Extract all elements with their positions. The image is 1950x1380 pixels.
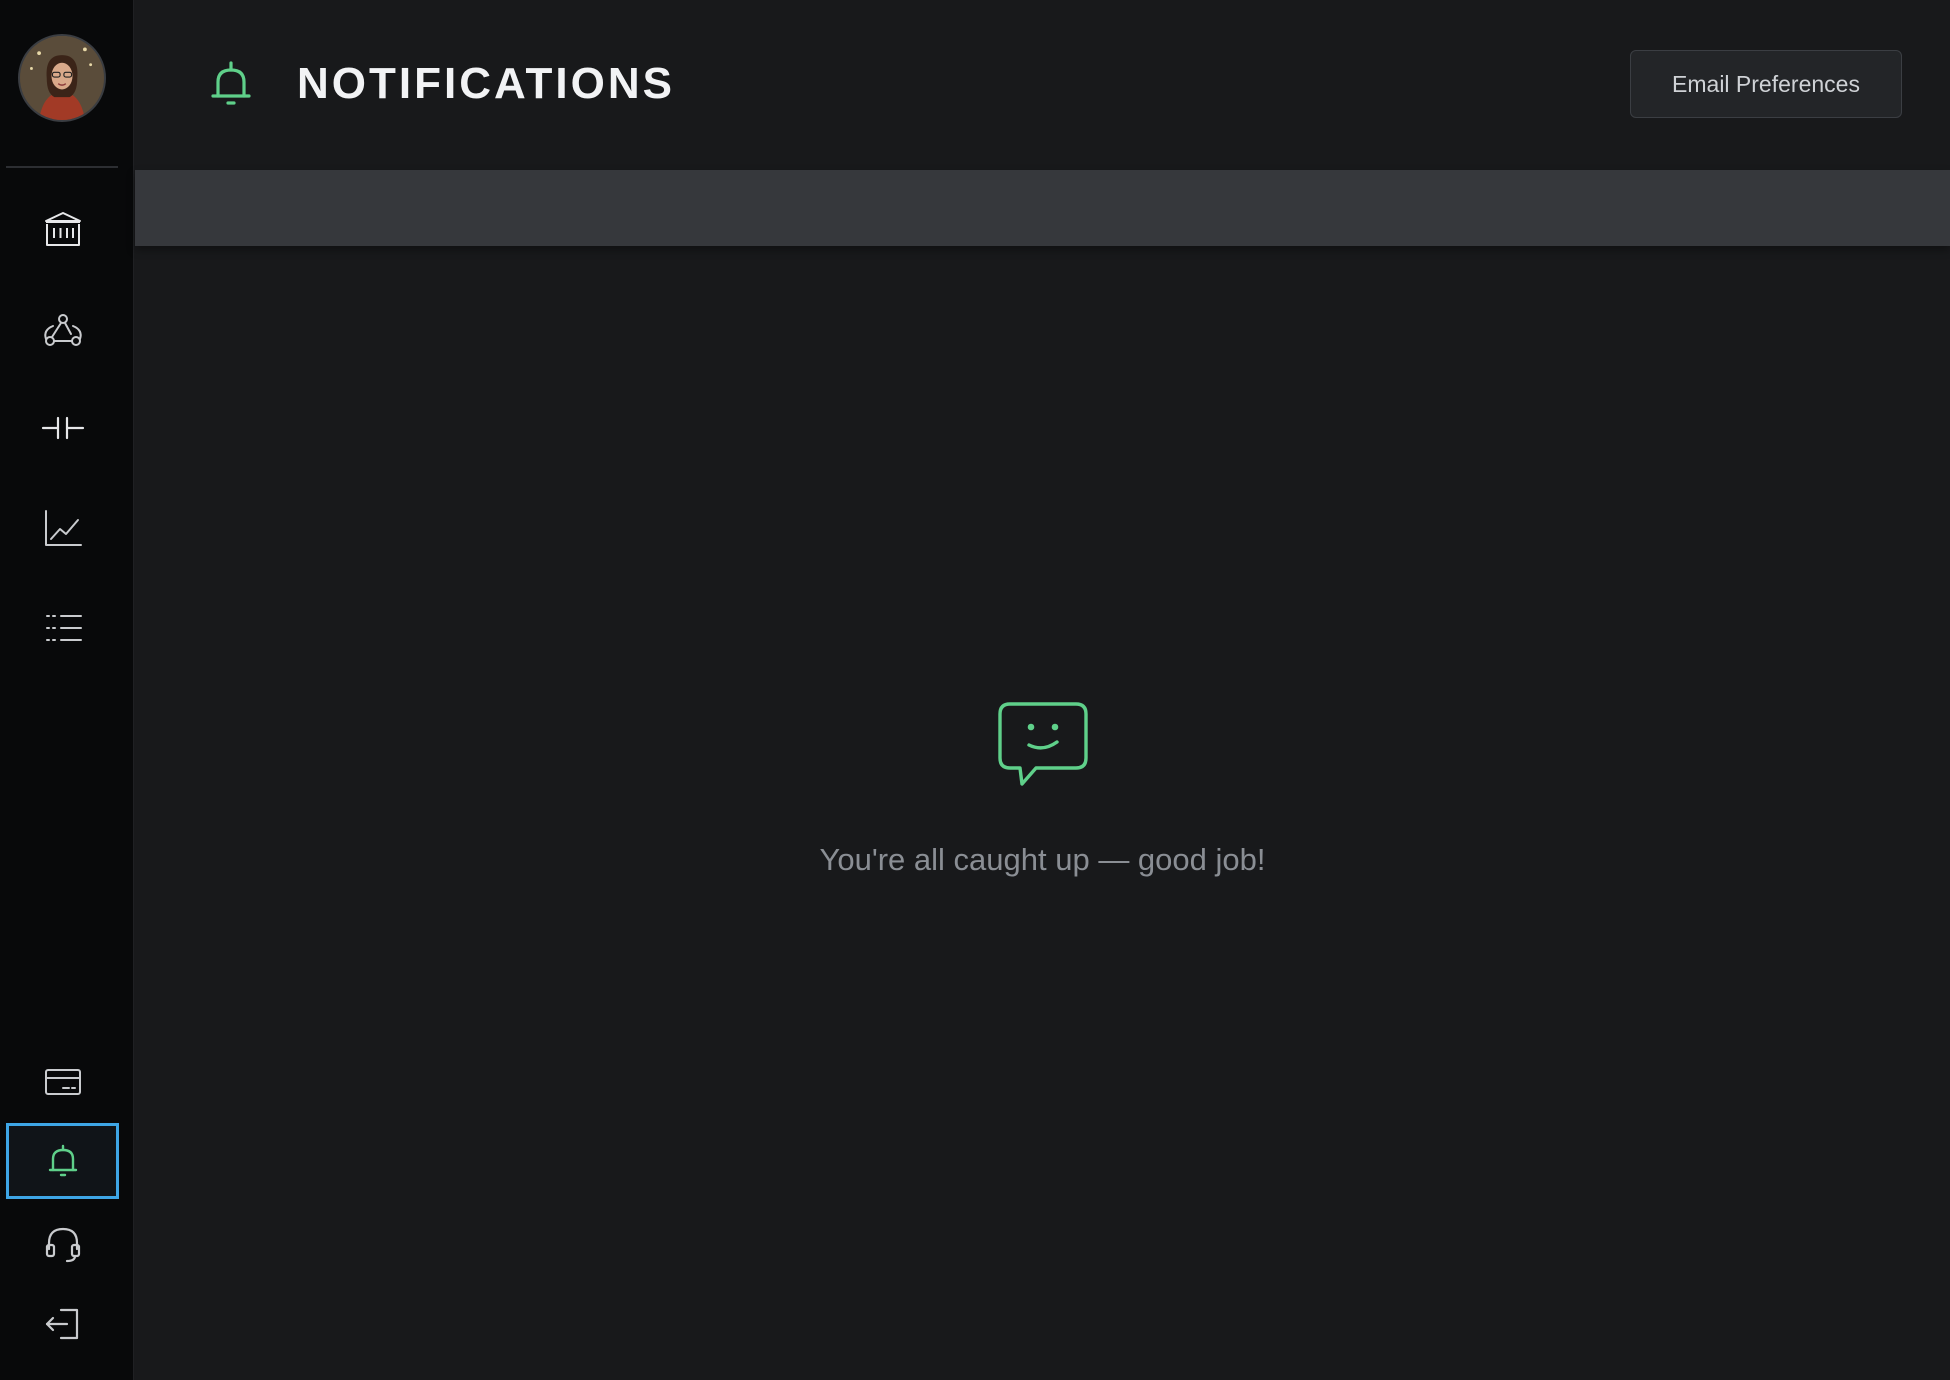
main-content: NOTIFICATIONS Email Preferences You're a… [135, 0, 1950, 1380]
logout-icon [45, 1308, 78, 1340]
nav-billing[interactable] [6, 1044, 119, 1120]
nav-logout[interactable] [6, 1286, 119, 1362]
empty-state: You're all caught up — good job! [135, 700, 1950, 878]
sidebar [0, 0, 134, 1380]
empty-state-message: You're all caught up — good job! [819, 842, 1266, 877]
webhook-icon [43, 314, 82, 346]
nav-list[interactable] [6, 590, 119, 666]
card-icon [44, 1069, 81, 1095]
avatar-image [20, 36, 104, 120]
filter-bar [135, 170, 1950, 246]
page-title: NOTIFICATIONS [297, 59, 675, 108]
chart-line-icon [44, 510, 82, 546]
nav-bank[interactable] [6, 192, 119, 268]
sidebar-divider [6, 166, 118, 168]
smile-chat-icon [997, 702, 1088, 786]
user-avatar[interactable] [18, 34, 106, 122]
list-icon [45, 615, 82, 641]
nav-notifications[interactable] [6, 1123, 119, 1199]
nav-webhooks[interactable] [6, 292, 119, 368]
app-root: NOTIFICATIONS Email Preferences You're a… [0, 0, 1950, 1380]
split-icon [41, 416, 84, 440]
nav-analytics[interactable] [6, 490, 119, 566]
nav-split[interactable] [6, 390, 119, 466]
bell-icon [48, 1144, 77, 1177]
page-header: NOTIFICATIONS Email Preferences [135, 0, 1950, 170]
nav-support[interactable] [6, 1205, 119, 1281]
headset-icon [45, 1227, 80, 1263]
bank-icon [44, 212, 81, 246]
email-preferences-button[interactable]: Email Preferences [1630, 50, 1902, 118]
bell-icon [211, 61, 251, 105]
